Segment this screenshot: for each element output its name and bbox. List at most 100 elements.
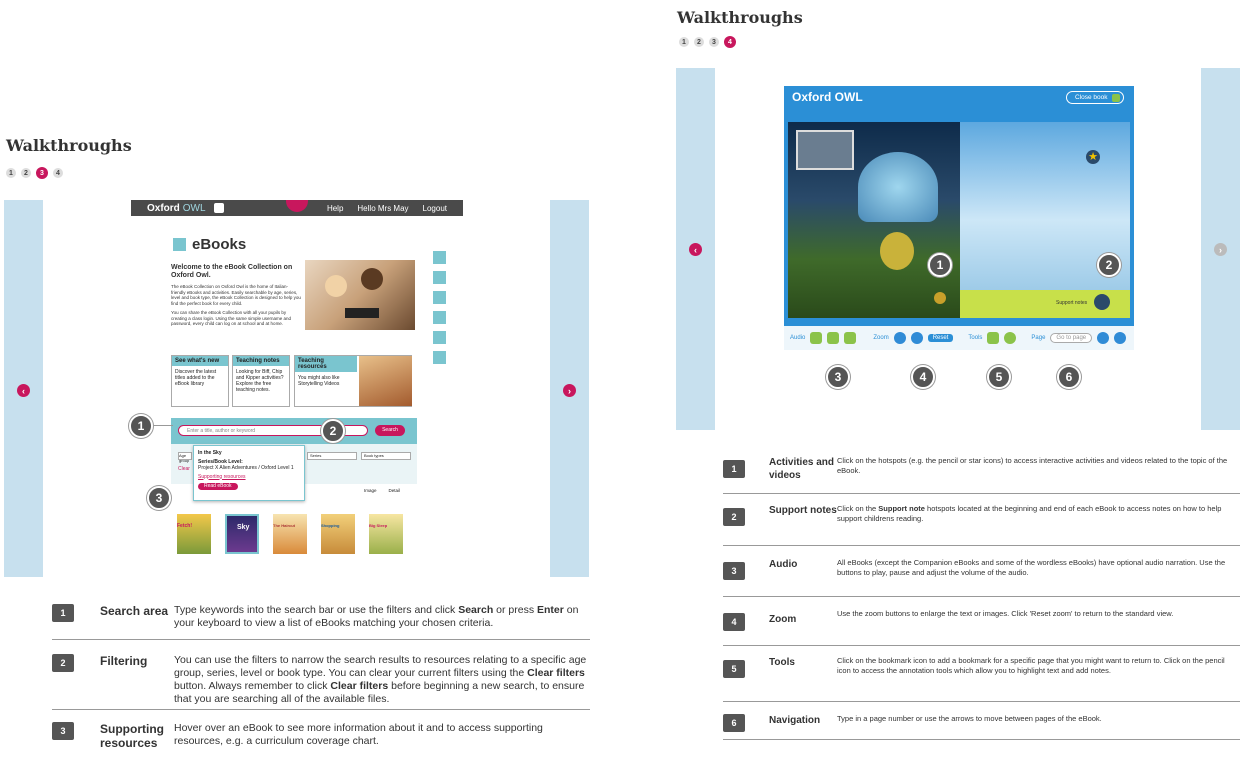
desc-row-search: 1 Search area Type keywords into the sea… xyxy=(52,598,590,640)
step-dot-2[interactable]: 2 xyxy=(694,37,704,47)
number-icon: 2 xyxy=(723,508,745,526)
right-step-dots: 1 2 3 4 xyxy=(679,36,736,48)
right-walkthroughs-title: Walkthroughs xyxy=(677,8,803,27)
tile-body: Looking for Biff, Chip and Kipper activi… xyxy=(236,369,284,393)
reset-zoom-button[interactable]: Reset xyxy=(927,334,954,342)
left-prev-panel[interactable]: ‹ xyxy=(4,200,43,577)
view-detail-toggle[interactable]: Detail xyxy=(389,488,401,493)
home-icon[interactable] xyxy=(213,203,224,213)
help-link[interactable]: Help xyxy=(327,204,343,213)
row-label: Zoom xyxy=(769,614,797,625)
popup-series-value: Project X Alien Adventures / Oxford Leve… xyxy=(198,465,294,471)
ebooks-page-screenshot: Oxford OWL Help Hello Mrs May Logout eBo… xyxy=(131,200,463,570)
owl-brand[interactable]: Oxford xyxy=(147,203,180,214)
book-type-select[interactable]: Book types xyxy=(361,452,411,460)
close-icon xyxy=(1111,93,1120,102)
tile-teaching-notes[interactable]: Teaching notes Looking for Biff, Chip an… xyxy=(232,355,290,407)
book-cover[interactable]: Fetch! xyxy=(177,514,211,554)
desc-text: Type keywords into the search bar or use… xyxy=(174,604,459,616)
number-icon: 3 xyxy=(723,562,745,580)
step-dot-4[interactable]: 4 xyxy=(53,168,63,178)
callout-4: 4 xyxy=(911,365,935,389)
step-dot-2[interactable]: 2 xyxy=(21,168,31,178)
teacher-photo xyxy=(359,356,412,406)
ebook-icon xyxy=(173,238,186,251)
pencil-icon[interactable] xyxy=(1004,332,1017,344)
step-dot-1[interactable]: 1 xyxy=(679,37,689,47)
age-group-select[interactable]: Age group xyxy=(178,452,192,463)
zoom-out-icon[interactable] xyxy=(910,332,923,344)
prev-arrow-icon[interactable]: ‹ xyxy=(17,384,30,397)
prev-page-icon[interactable] xyxy=(1097,332,1110,344)
cover-title: The Haircut xyxy=(273,523,296,528)
next-arrow-icon[interactable]: › xyxy=(563,384,576,397)
pause-icon[interactable] xyxy=(827,332,840,344)
clear-filters-link[interactable]: Clear xyxy=(178,466,190,472)
pencil-hotspot-icon[interactable] xyxy=(934,292,946,304)
tile-teaching-resources[interactable]: Teaching resources You might also like S… xyxy=(294,355,412,407)
callout-2: 2 xyxy=(1097,253,1121,277)
search-button[interactable]: Search xyxy=(375,425,405,436)
support-notes-icon[interactable] xyxy=(1094,294,1110,310)
view-image-toggle[interactable]: Image xyxy=(364,488,377,493)
row-desc: Hover over an eBook to see more informat… xyxy=(174,722,543,747)
zoom-in-icon[interactable] xyxy=(893,332,906,344)
left-next-panel[interactable]: › xyxy=(550,200,589,577)
right-prev-panel[interactable]: ‹ xyxy=(676,68,715,430)
book-left-page xyxy=(788,122,960,318)
tile-head: Teaching notes xyxy=(233,356,289,366)
row-desc: Type keywords into the search bar or use… xyxy=(174,604,590,630)
desc-row-zoom: 4 Zoom Use the zoom buttons to enlarge t… xyxy=(723,597,1240,646)
desc-text: You can use the filters to narrow the se… xyxy=(174,654,587,679)
supporting-resources-link[interactable]: Supporting resources xyxy=(198,474,300,481)
side-button-4[interactable] xyxy=(432,310,447,325)
series-select[interactable]: Series xyxy=(307,452,357,460)
page-label: Page xyxy=(1031,335,1046,341)
volume-icon[interactable] xyxy=(844,332,857,344)
callout-1: 1 xyxy=(928,253,952,277)
read-ebook-button[interactable]: Read eBook xyxy=(198,483,238,490)
callout-line xyxy=(153,425,173,426)
book-cover[interactable]: Big Sleep xyxy=(369,514,403,554)
star-hotspot-icon[interactable]: ★ xyxy=(1086,150,1100,164)
prev-arrow-icon[interactable]: ‹ xyxy=(689,243,702,256)
step-dot-4[interactable]: 4 xyxy=(724,36,736,48)
callout-1: 1 xyxy=(129,414,153,438)
desc-text: button. Always remember to click xyxy=(174,680,331,692)
book-cover[interactable]: The Haircut xyxy=(273,514,307,554)
side-button-2[interactable] xyxy=(432,270,447,285)
step-dot-3[interactable]: 3 xyxy=(709,37,719,47)
tile-whats-new[interactable]: See what's new Discover the latest title… xyxy=(171,355,229,407)
step-dot-1[interactable]: 1 xyxy=(6,168,16,178)
step-dot-3[interactable]: 3 xyxy=(36,167,48,179)
book-covers: Fetch! Sky The Haircut Shopping Big Slee… xyxy=(177,514,403,554)
row-desc: Click on the hotspots (e.g. the pencil o… xyxy=(837,456,1228,475)
book-cover[interactable]: Shopping xyxy=(321,514,355,554)
next-arrow-icon[interactable]: › xyxy=(1214,243,1227,256)
ebooks-heading: eBooks xyxy=(173,236,246,253)
side-button-5[interactable] xyxy=(432,330,447,345)
logout-link[interactable]: Logout xyxy=(423,204,447,213)
right-next-panel[interactable]: › xyxy=(1201,68,1240,430)
side-button-1[interactable] xyxy=(432,250,447,265)
next-page-icon[interactable] xyxy=(1114,332,1127,344)
desc-row-supporting: 3 Supporting resources Hover over an eBo… xyxy=(52,710,590,750)
row-desc: You can use the filters to narrow the se… xyxy=(174,654,590,706)
left-step-dots: 1 2 3 4 xyxy=(6,167,63,179)
play-icon[interactable] xyxy=(810,332,823,344)
number-icon: 4 xyxy=(723,613,745,631)
callout-5: 5 xyxy=(987,365,1011,389)
goto-page-input[interactable]: Go to page xyxy=(1050,333,1093,343)
number-icon: 1 xyxy=(52,604,74,622)
support-notes-label[interactable]: Support notes xyxy=(1056,300,1087,306)
bookmark-icon[interactable] xyxy=(987,332,1000,344)
close-book-button[interactable]: Close book xyxy=(1066,91,1124,104)
audio-label: Audio xyxy=(790,335,806,341)
support-notes-bar: Support notes xyxy=(960,290,1130,318)
side-button-column xyxy=(432,250,447,365)
side-button-3[interactable] xyxy=(432,290,447,305)
tools-label: Tools xyxy=(968,335,983,341)
number-icon: 1 xyxy=(723,460,745,478)
book-cover[interactable]: Sky xyxy=(225,514,259,554)
side-button-6[interactable] xyxy=(432,350,447,365)
